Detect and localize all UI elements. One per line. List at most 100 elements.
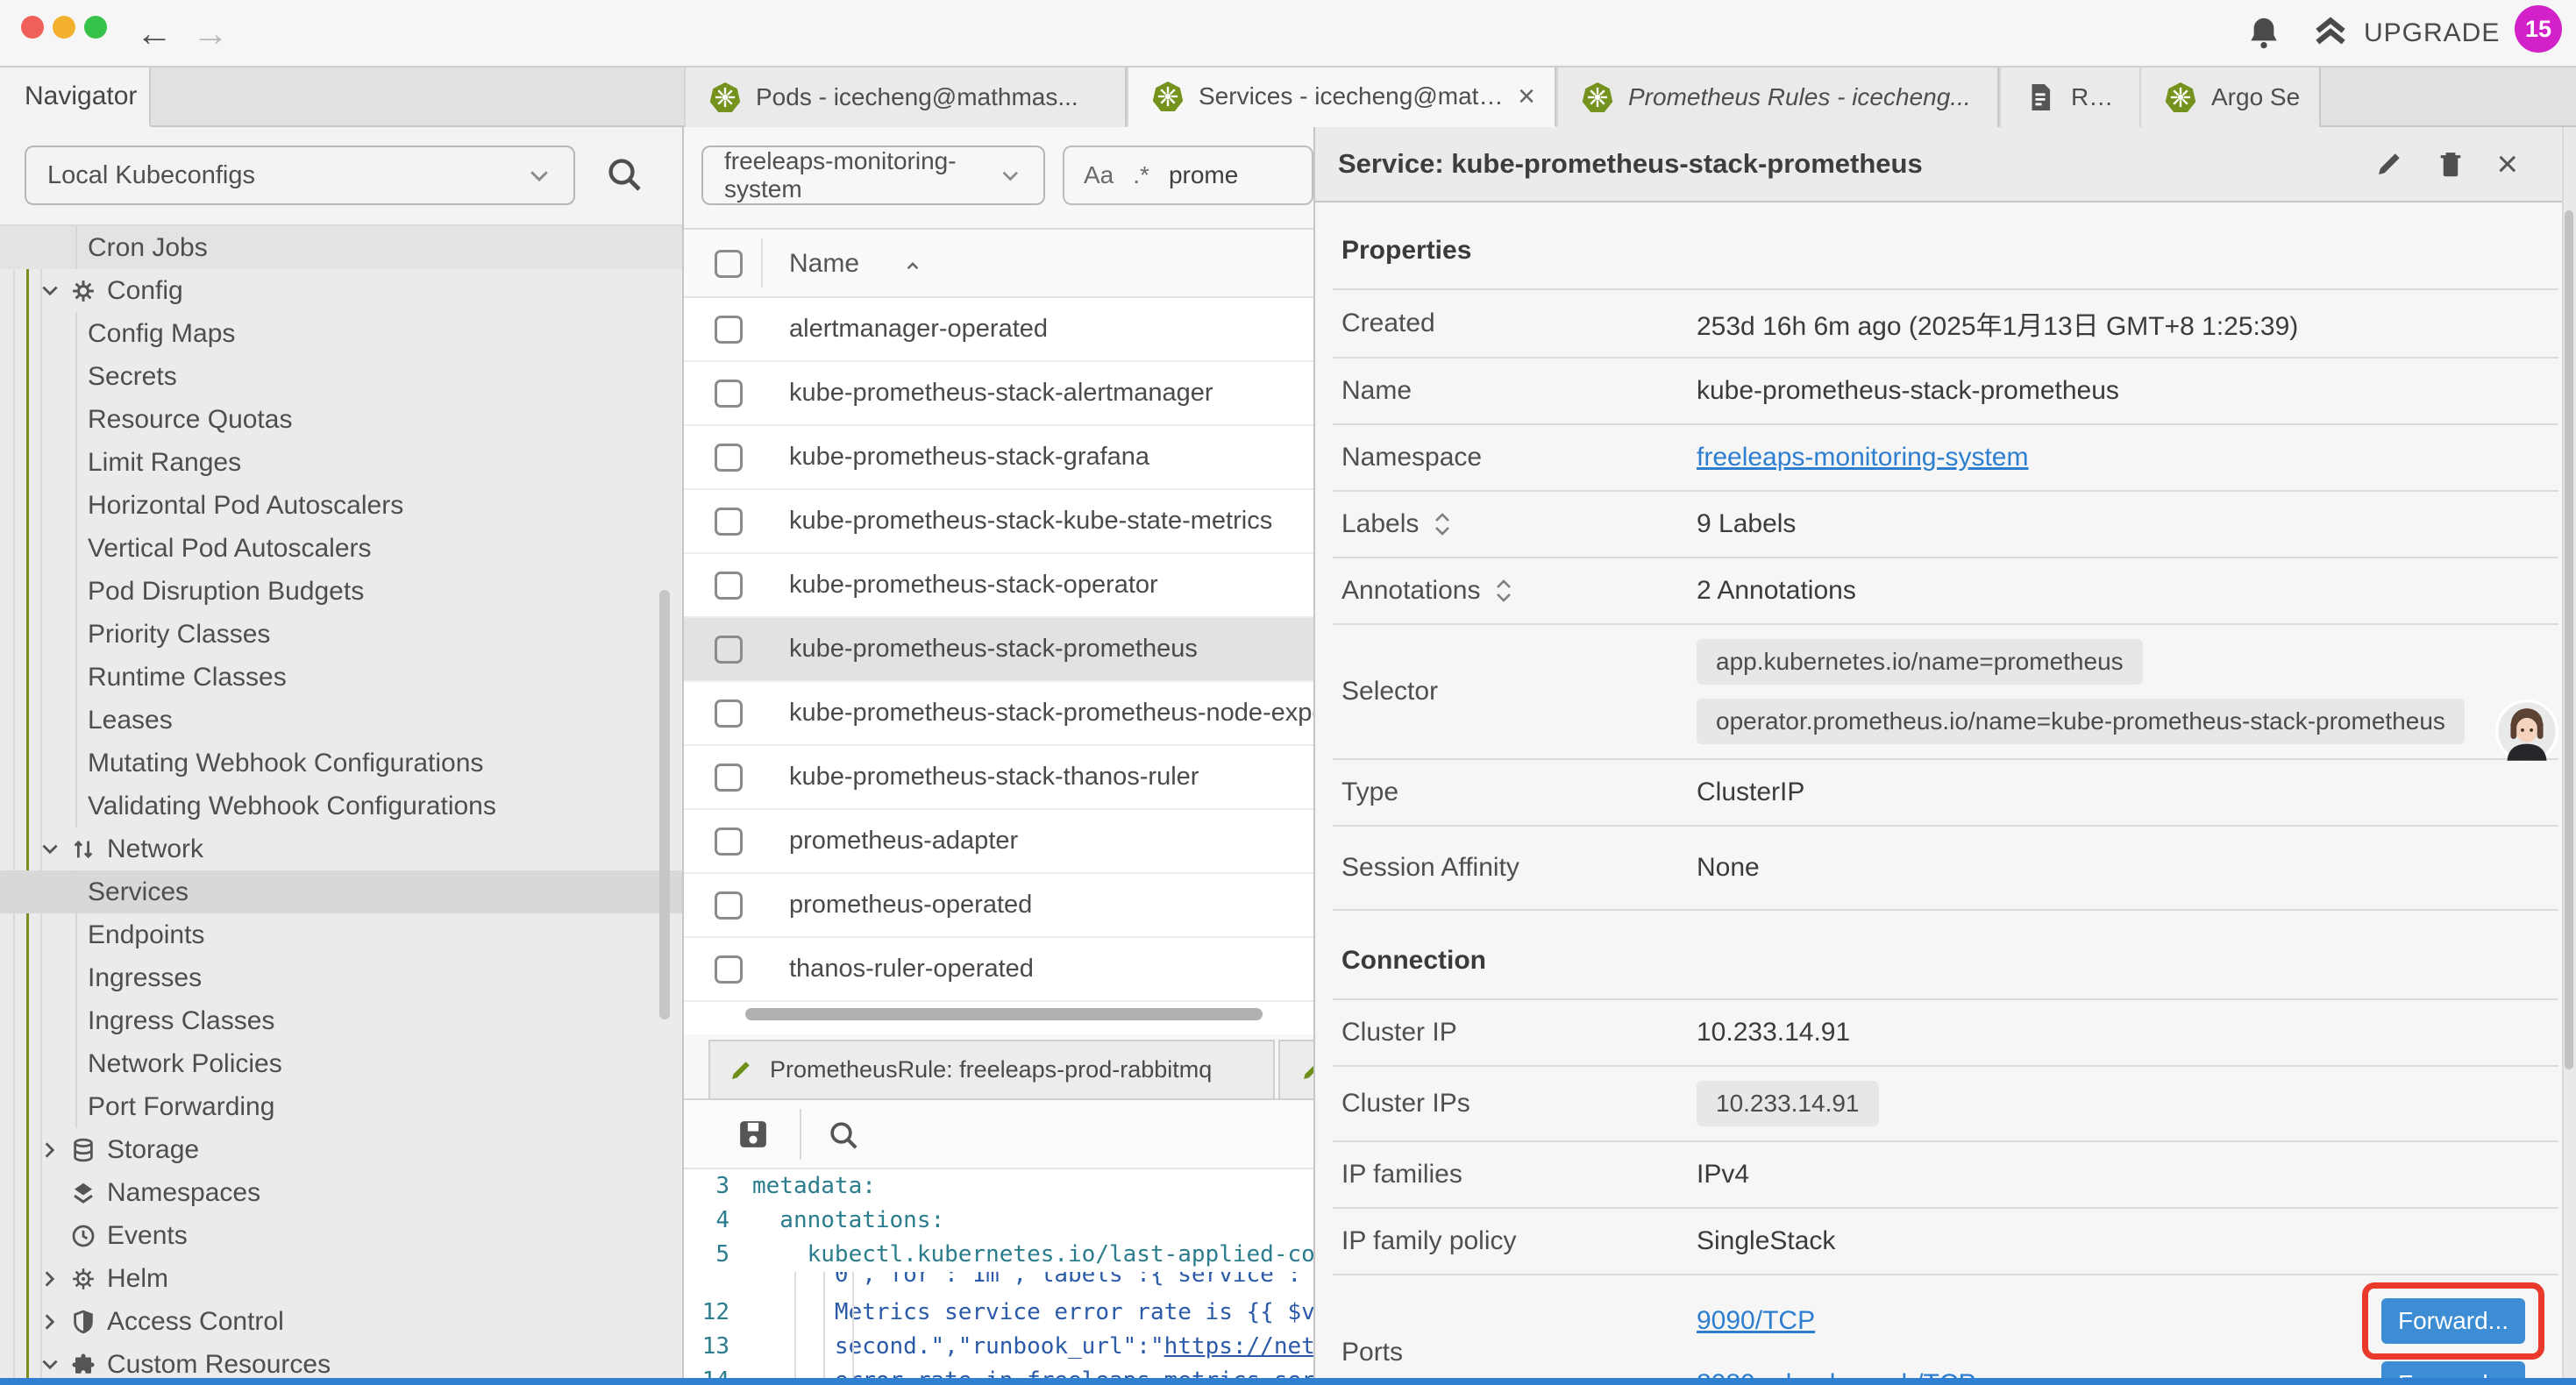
content-tab[interactable]: Pods - icecheng@mathmas... ×	[684, 67, 1127, 127]
row-checkbox[interactable]	[715, 636, 743, 664]
service-row[interactable]: kube-prometheus-stack-thanos-ruler	[684, 746, 1313, 810]
sidebar-scrollbar-thumb[interactable]	[659, 590, 670, 1019]
sidebar-tree-item[interactable]: Network	[0, 827, 682, 870]
row-checkbox[interactable]	[715, 380, 743, 408]
case-sensitive-toggle[interactable]: Aa	[1084, 161, 1114, 189]
row-checkbox[interactable]	[715, 827, 743, 856]
avatar[interactable]	[2495, 700, 2558, 763]
content-tab[interactable]: Release Notes ×	[1999, 67, 2139, 127]
sidebar-tree-item[interactable]: Config Maps	[0, 312, 682, 355]
sidebar-tree-item[interactable]: Ingress Classes	[0, 999, 682, 1042]
delete-trash-icon[interactable]	[2435, 148, 2466, 180]
yaml-editor[interactable]: 3 metadata: 4 annotations: 5 kubectl.kub…	[684, 1169, 1313, 1385]
sort-ascending-icon[interactable]	[901, 254, 924, 277]
editor-tab[interactable]: PrometheusRule: freeleaps-prod-rabbitmq	[708, 1040, 1275, 1100]
tree-expand-chevron-icon[interactable]	[39, 1353, 61, 1376]
service-row[interactable]: kube-prometheus-stack-alertmanager	[684, 362, 1313, 426]
regex-toggle[interactable]: .*	[1133, 161, 1149, 189]
sidebar-search-icon[interactable]	[603, 153, 645, 195]
window-minimize-button[interactable]	[53, 16, 75, 39]
service-row[interactable]: prometheus-adapter	[684, 810, 1313, 874]
service-row[interactable]: kube-prometheus-stack-prometheus-node-ex…	[684, 682, 1313, 746]
sidebar-tree-item[interactable]: Port Forwarding	[0, 1085, 682, 1128]
sidebar-tree-item[interactable]: Secrets	[0, 355, 682, 398]
port-link[interactable]: 9090/TCP	[1697, 1306, 1815, 1336]
tree-expand-chevron-icon[interactable]	[39, 838, 61, 861]
tree-expand-chevron-icon[interactable]	[39, 280, 61, 302]
notification-count-badge[interactable]: 15	[2515, 5, 2562, 53]
sidebar-tree-item[interactable]: Helm	[0, 1257, 682, 1300]
row-checkbox[interactable]	[715, 955, 743, 984]
editor-tab-partial[interactable]	[1278, 1040, 1315, 1100]
select-all-checkbox[interactable]	[715, 250, 743, 278]
sidebar-tree-item[interactable]: Validating Webhook Configurations	[0, 785, 682, 827]
content-tab[interactable]: Prometheus Rules - icecheng... ×	[1556, 67, 1999, 127]
sidebar-tree-item[interactable]: Events	[0, 1214, 682, 1257]
sidebar-tree-item[interactable]: Vertical Pod Autoscalers	[0, 527, 682, 570]
editor-search-icon[interactable]	[826, 1118, 861, 1153]
name-column-header[interactable]: Name	[789, 249, 859, 279]
forward-button[interactable]: →	[186, 7, 235, 60]
service-row[interactable]: alertmanager-operated	[684, 298, 1313, 362]
service-row[interactable]: kube-prometheus-stack-prometheus	[684, 618, 1313, 682]
sidebar-tree-item[interactable]: Cron Jobs	[0, 226, 682, 269]
sidebar-tree-item[interactable]: Network Policies	[0, 1042, 682, 1085]
edit-pencil-icon[interactable]	[2373, 148, 2405, 180]
sidebar-tree-item[interactable]: Endpoints	[0, 913, 682, 956]
row-checkbox[interactable]	[715, 444, 743, 472]
navigator-panel-tab[interactable]: Navigator	[0, 67, 151, 127]
line-number: 12	[684, 1296, 752, 1330]
row-checkbox[interactable]	[715, 700, 743, 728]
tree-item-label: Network	[107, 835, 203, 864]
service-row[interactable]: kube-prometheus-stack-kube-state-metrics	[684, 490, 1313, 554]
tree-expand-chevron-icon[interactable]	[39, 1310, 61, 1333]
sidebar-tree-item[interactable]: Services	[0, 870, 682, 913]
sidebar-tree-item[interactable]: Access Control	[0, 1300, 682, 1343]
namespace-selector[interactable]: freeleaps-monitoring-system	[701, 146, 1045, 205]
back-button[interactable]: ←	[130, 7, 179, 60]
detail-row-link[interactable]: freeleaps-monitoring-system	[1697, 443, 2028, 472]
notifications-bell-icon[interactable]	[2245, 12, 2283, 54]
sidebar-tree-item[interactable]: Limit Ranges	[0, 441, 682, 484]
close-icon[interactable]: ×	[2496, 148, 2518, 180]
row-checkbox[interactable]	[715, 572, 743, 600]
window-close-button[interactable]	[21, 16, 44, 39]
row-checkbox[interactable]	[715, 891, 743, 920]
save-icon[interactable]	[735, 1116, 772, 1153]
sidebar-tree-item[interactable]: Ingresses	[0, 956, 682, 999]
details-scrollbar-thumb[interactable]	[2565, 210, 2573, 1069]
detail-row-value: None	[1697, 853, 2550, 883]
sidebar-tree-item[interactable]: Config	[0, 269, 682, 312]
horizontal-scrollbar-thumb[interactable]	[745, 1008, 1263, 1020]
service-row[interactable]: prometheus-operated	[684, 874, 1313, 938]
sidebar-tree-item[interactable]: Runtime Classes	[0, 656, 682, 699]
expand-toggle-icon[interactable]	[1431, 509, 1454, 539]
forward-button[interactable]: Forward...	[2381, 1298, 2525, 1344]
window-maximize-button[interactable]	[84, 16, 107, 39]
code-link[interactable]: https://net	[1164, 1330, 1313, 1364]
details-scrollbar-track[interactable]	[2562, 127, 2576, 1385]
sidebar-tree-item[interactable]: Priority Classes	[0, 613, 682, 656]
sidebar-tree-item[interactable]: Horizontal Pod Autoscalers	[0, 484, 682, 527]
row-checkbox[interactable]	[715, 764, 743, 792]
content-tab[interactable]: Services - icecheng@math... ×	[1127, 67, 1556, 127]
sidebar-tree-item[interactable]: Leases	[0, 699, 682, 742]
tab-close-icon[interactable]: ×	[1518, 82, 1535, 111]
upgrade-button[interactable]: UPGRADE	[2311, 11, 2500, 56]
sidebar-tree-item[interactable]: Namespaces	[0, 1171, 682, 1214]
row-checkbox[interactable]	[715, 316, 743, 344]
sidebar-tree-item[interactable]: Mutating Webhook Configurations	[0, 742, 682, 785]
sidebar-tree-item[interactable]: Storage	[0, 1128, 682, 1171]
row-checkbox[interactable]	[715, 508, 743, 536]
content-tab[interactable]: Argo Se ×	[2139, 67, 2321, 127]
sidebar-tree-item[interactable]: Resource Quotas	[0, 398, 682, 441]
service-row[interactable]: thanos-ruler-operated	[684, 938, 1313, 1002]
service-row[interactable]: kube-prometheus-stack-operator	[684, 554, 1313, 618]
tree-expand-chevron-icon[interactable]	[39, 1139, 61, 1161]
expand-toggle-icon[interactable]	[1492, 576, 1515, 606]
sidebar-tree-item[interactable]: Pod Disruption Budgets	[0, 570, 682, 613]
service-row[interactable]: kube-prometheus-stack-grafana	[684, 426, 1313, 490]
filter-input[interactable]: Aa .* prome	[1063, 146, 1313, 205]
tree-expand-chevron-icon[interactable]	[39, 1268, 61, 1290]
kubeconfig-selector[interactable]: Local Kubeconfigs	[25, 146, 575, 205]
